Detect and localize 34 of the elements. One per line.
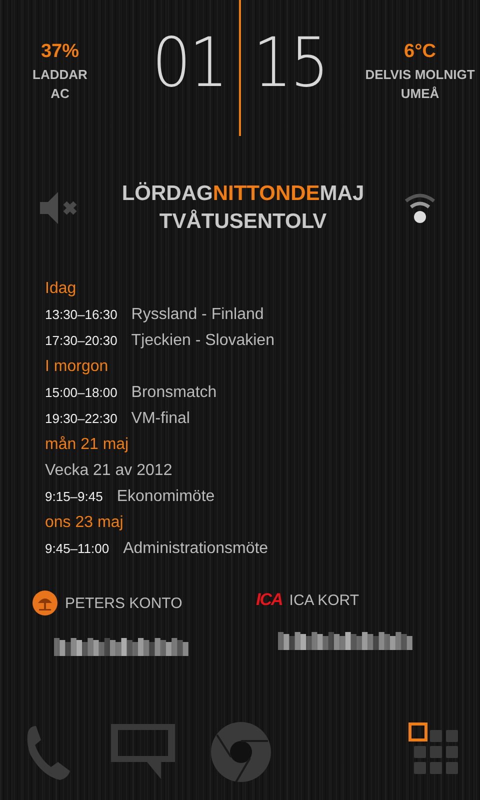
agenda-date-heading: mån 21 maj bbox=[45, 435, 130, 455]
event-time: 9:45–11:00 bbox=[45, 540, 110, 558]
agenda-date-heading: Idag bbox=[45, 279, 78, 299]
event-title[interactable]: Tjeckien - Slovakien bbox=[131, 328, 274, 354]
event-title[interactable]: Ekonomimöte bbox=[116, 484, 215, 510]
agenda-date-heading: ons 23 maj bbox=[45, 513, 124, 533]
event-time: 17:30–20:30 bbox=[45, 332, 118, 350]
power-source: AC bbox=[50, 86, 70, 101]
clock-minutes: 15 bbox=[253, 30, 328, 98]
event-title[interactable]: Ryssland - Finland bbox=[131, 302, 264, 328]
account-name[interactable]: ICA KORT bbox=[289, 592, 360, 608]
event-title[interactable]: Administrationsmöte bbox=[123, 536, 268, 558]
event-title[interactable]: VM-final bbox=[131, 406, 190, 432]
battery-percent: 37% bbox=[40, 41, 80, 63]
event-time: 13:30–16:30 bbox=[45, 306, 118, 324]
wifi-icon[interactable] bbox=[404, 191, 436, 225]
message-icon[interactable] bbox=[110, 723, 176, 781]
year-text: TVÅTUSENTOLV bbox=[159, 208, 327, 235]
tree-logo-icon bbox=[32, 590, 58, 616]
charging-status: LADDAR bbox=[32, 67, 88, 82]
event-time: 9:15–9:45 bbox=[45, 488, 103, 506]
account-name[interactable]: PETERS KONTO bbox=[65, 594, 182, 612]
event-time: 15:00–18:00 bbox=[45, 384, 118, 402]
temperature: 6°C bbox=[404, 41, 436, 63]
event-time: 19:30–22:30 bbox=[45, 410, 118, 428]
week-note: Vecka 21 av 2012 bbox=[45, 461, 174, 481]
agenda-date-heading: I morgon bbox=[45, 357, 110, 377]
browser-icon[interactable] bbox=[210, 720, 272, 784]
weather-condition: DELVIS MOLNIGT bbox=[365, 67, 475, 82]
event-title[interactable]: Bronsmatch bbox=[131, 380, 217, 406]
weather-location: UMEÅ bbox=[400, 86, 440, 101]
clock-hours: 01 bbox=[152, 30, 227, 98]
date-text: LÖRDAGNITTONDEMAJ bbox=[122, 181, 364, 207]
store-logo: ICA bbox=[256, 590, 282, 610]
